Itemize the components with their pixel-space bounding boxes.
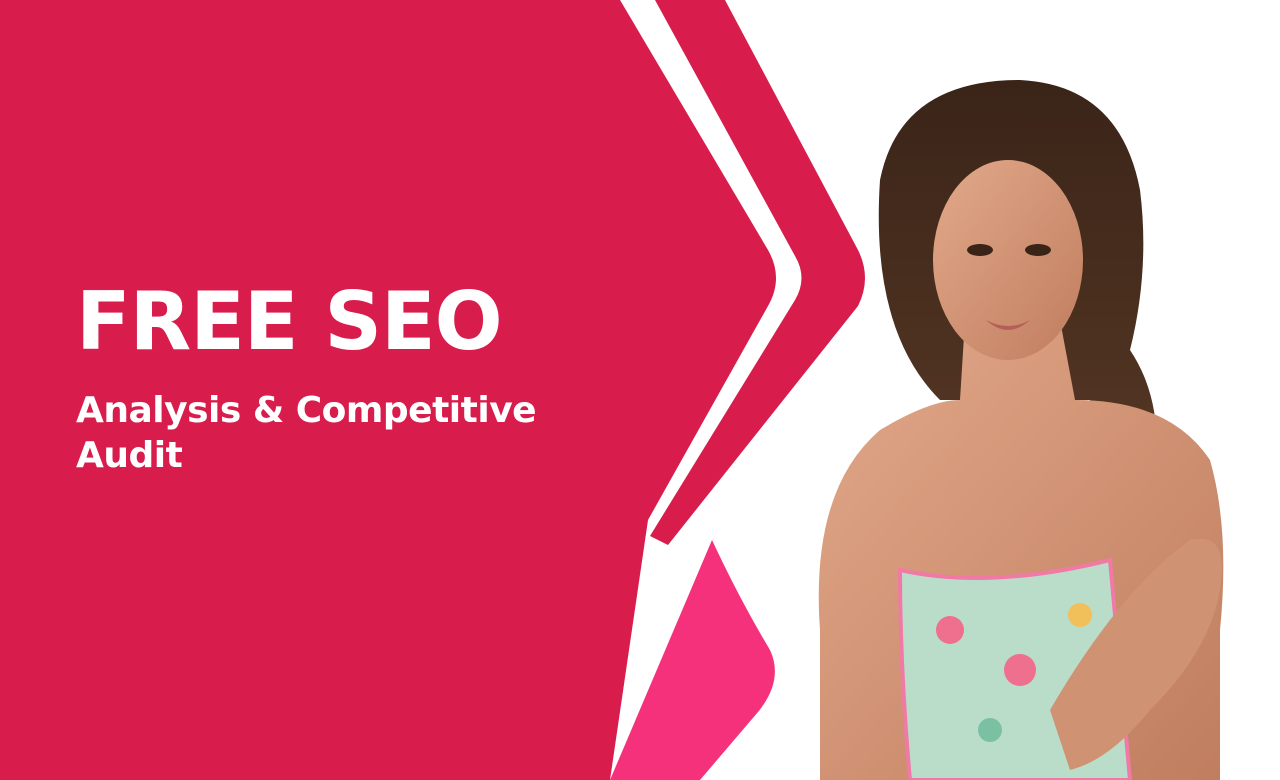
headline: FREE SEO (76, 275, 503, 368)
flower-2-shape (1004, 654, 1036, 686)
eye-left-shape (967, 244, 993, 256)
flower-3-shape (1068, 603, 1092, 627)
subheadline-line-2: Audit (76, 435, 183, 476)
subheadline-line-1: Analysis & Competitive (76, 390, 537, 431)
model-photo (818, 80, 1224, 780)
flower-1-shape (936, 616, 964, 644)
eye-right-shape (1025, 244, 1051, 256)
subheadline: Analysis & Competitive Audit (76, 388, 636, 478)
flower-4-shape (978, 718, 1002, 742)
seo-banner: FREE SEO Analysis & Competitive Audit (0, 0, 1280, 780)
